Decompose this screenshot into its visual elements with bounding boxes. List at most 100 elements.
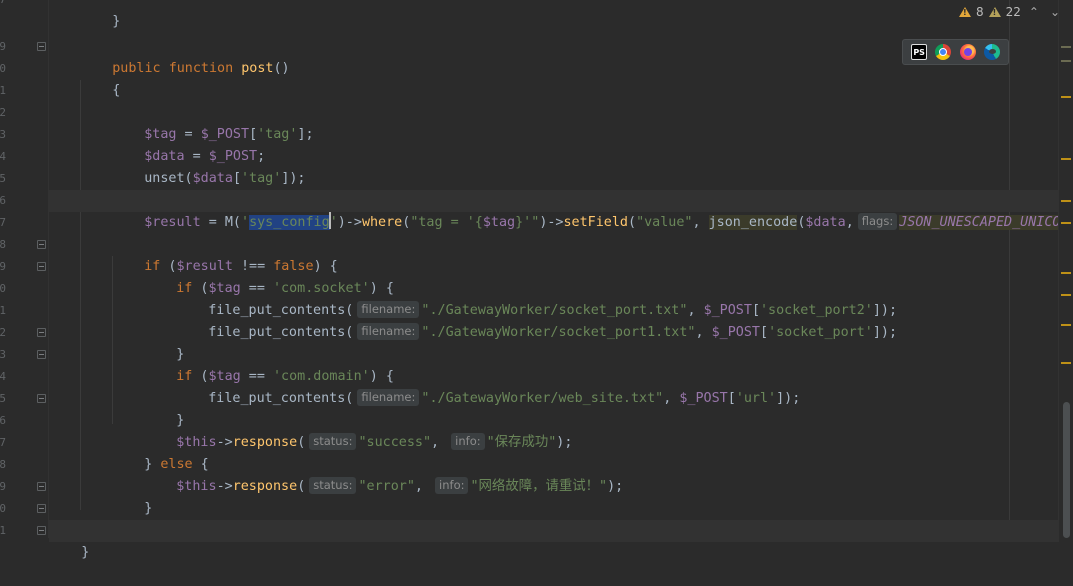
line-number: 8 <box>0 458 6 471</box>
line-number: 5 <box>0 172 6 185</box>
fold-toggle-icon[interactable] <box>37 394 46 403</box>
code-line[interactable]: } <box>49 0 1059 29</box>
warning-icon <box>958 7 971 17</box>
line-number: 9 <box>0 40 6 53</box>
method-name: where <box>361 215 403 230</box>
line-number: 4 <box>0 150 6 163</box>
code-line[interactable]: } <box>49 498 1059 538</box>
code-line[interactable]: $tag = $_POST['tag']; <box>49 102 1059 142</box>
error-stripe-marker[interactable] <box>1061 60 1071 62</box>
current-code-line[interactable]: $result = M('sys_config')->where("tag = … <box>49 190 1073 230</box>
scrollbar-thumb[interactable] <box>1063 402 1070 538</box>
line-number: 2 <box>0 326 6 339</box>
code-line[interactable]: file_put_contents(filename: "./GatewayWor… <box>49 278 1059 318</box>
line-number: 5 <box>0 392 6 405</box>
code-line[interactable]: } else { <box>49 432 1059 472</box>
code-line[interactable]: } <box>49 476 1059 516</box>
variable: $data <box>805 215 846 230</box>
line-number: 2 <box>0 106 6 119</box>
code-line[interactable]: if ($result !== false) { <box>49 234 1059 274</box>
line-number: 7 <box>0 436 6 449</box>
warnings-count: 8 <box>975 5 984 19</box>
error-stripe-marker[interactable] <box>1061 362 1071 364</box>
error-stripe-marker[interactable] <box>1061 324 1071 326</box>
string: "value" <box>636 215 693 230</box>
line-number-gutter[interactable]: 7 9 0 1 2 3 4 5 6 7 8 9 0 1 2 3 4 5 6 7 … <box>0 0 49 538</box>
line-number: 0 <box>0 502 6 515</box>
punct: )-> <box>539 215 564 230</box>
error-stripe-marker[interactable] <box>1061 294 1071 296</box>
line-number: 1 <box>0 524 6 537</box>
code-line[interactable]: $data = $_POST; <box>49 124 1059 164</box>
line-number: 3 <box>0 128 6 141</box>
punct: ( <box>628 215 637 230</box>
fold-toggle-icon[interactable] <box>37 504 46 513</box>
chevron-up-icon[interactable]: ⌃ <box>1026 5 1042 19</box>
line-number: 3 <box>0 348 6 361</box>
punct: , <box>692 215 709 230</box>
punct: , <box>845 215 854 230</box>
constant: JSON_UNESCAPED_UNICODE <box>899 215 1073 230</box>
code-line[interactable]: if ($tag == 'com.domain') { <box>49 344 1059 384</box>
inspection-widget[interactable]: 8 22 ⌃ ⌄ <box>958 2 1063 22</box>
phpstorm-icon[interactable]: PS <box>911 44 928 60</box>
variable: $data <box>192 171 233 186</box>
fold-toggle-icon[interactable] <box>37 482 46 491</box>
line-number: 6 <box>0 194 6 207</box>
fold-toggle-icon[interactable] <box>37 262 46 271</box>
fold-toggle-icon[interactable] <box>37 42 46 51</box>
function-call: json_encode <box>708 215 798 230</box>
line-number: 0 <box>0 62 6 75</box>
string: }'" <box>515 215 540 230</box>
line-number: 1 <box>0 304 6 317</box>
error-stripe-marker[interactable] <box>1061 46 1071 48</box>
string: 'tag' <box>241 171 282 186</box>
line-number: 0 <box>0 282 6 295</box>
builtin-call: unset( <box>144 171 193 186</box>
line-number: 9 <box>0 260 6 273</box>
error-stripe-marker[interactable] <box>1061 96 1071 98</box>
error-stripe-marker[interactable] <box>1061 272 1071 274</box>
parameter-hint: flags: <box>857 213 898 230</box>
fold-toggle-icon[interactable] <box>37 526 46 535</box>
brace: } <box>81 545 90 560</box>
fold-toggle-icon[interactable] <box>37 240 46 249</box>
string: "tag = '{ <box>410 215 483 230</box>
weak-warning-icon <box>988 7 1001 17</box>
line-number: 6 <box>0 414 6 427</box>
code-line[interactable]: file_put_contents(filename: "./GatewayWor… <box>49 366 1059 406</box>
line-number: 7 <box>0 0 6 11</box>
string-quote: ' <box>241 215 250 230</box>
variable: $tag <box>482 215 516 230</box>
fold-toggle-icon[interactable] <box>37 350 46 359</box>
code-line[interactable]: $this->response(status: "success", info: "… <box>49 410 1059 450</box>
code-line[interactable]: } <box>49 388 1059 428</box>
code-editor[interactable]: } public function post() { $tag = $_POST… <box>49 0 1073 560</box>
line-number: 1 <box>0 84 6 97</box>
code-line[interactable]: file_put_contents(filename: "./GatewayWor… <box>49 300 1059 340</box>
browser-popup: PS <box>902 39 1009 65</box>
firefox-icon[interactable] <box>959 44 976 60</box>
method-name: setField <box>563 215 629 230</box>
vertical-scrollbar[interactable] <box>1058 0 1073 538</box>
code-line[interactable]: if ($tag == 'com.socket') { <box>49 256 1059 296</box>
brace: } <box>112 14 121 29</box>
code-line[interactable]: } <box>49 322 1059 362</box>
brace: { <box>112 83 121 98</box>
error-stripe-marker[interactable] <box>1061 158 1071 160</box>
error-stripe-marker[interactable] <box>1061 200 1071 202</box>
function-call: M( <box>224 215 241 230</box>
fold-toggle-icon[interactable] <box>37 328 46 337</box>
edge-icon[interactable] <box>983 44 1000 60</box>
line-number: 8 <box>0 238 6 251</box>
variable: $result <box>144 215 201 230</box>
weak-warnings-count: 22 <box>1005 5 1021 19</box>
error-stripe-marker[interactable] <box>1061 222 1071 224</box>
code-line[interactable]: unset($data['tag']); <box>49 146 1059 186</box>
operator: = <box>200 215 225 230</box>
code-line[interactable]: } <box>49 520 1059 560</box>
chrome-icon[interactable] <box>935 44 952 60</box>
line-number: 7 <box>0 216 6 229</box>
selected-text[interactable]: sys_config <box>249 215 330 230</box>
code-line[interactable]: $this->response(status: "error", info: "网络… <box>49 454 1059 494</box>
